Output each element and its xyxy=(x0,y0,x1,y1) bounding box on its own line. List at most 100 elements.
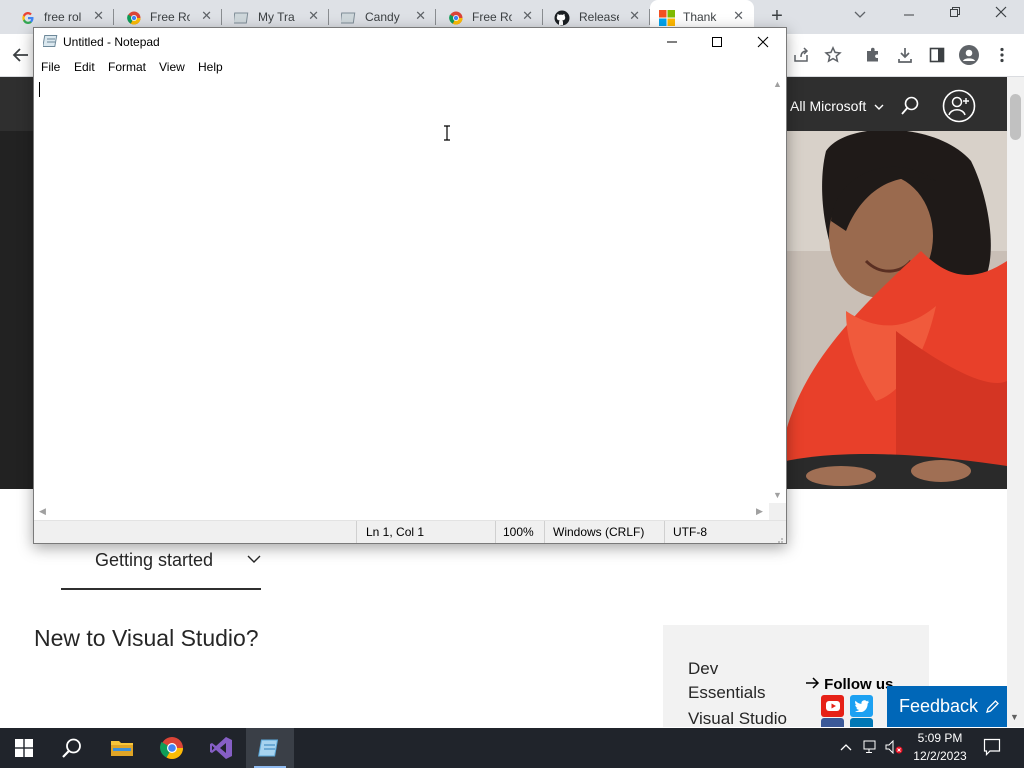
notepad-window-title: Untitled - Notepad xyxy=(63,35,160,49)
taskbar-clock-date[interactable]: 12/2/2023 xyxy=(912,749,968,763)
scroll-right-arrow-icon[interactable]: ▶ xyxy=(756,506,763,517)
tab-close-icon[interactable]: ✕ xyxy=(522,9,533,23)
tab-title: Free Ro xyxy=(150,10,190,24)
menu-file[interactable]: File xyxy=(41,60,60,74)
tab-title: My Tra xyxy=(258,10,295,24)
tab-close-icon[interactable]: ✕ xyxy=(93,9,104,23)
notepad-window: Untitled - Notepad File Edit Format View… xyxy=(33,27,787,544)
chevron-down-icon xyxy=(874,104,884,110)
notepad-menu-bar: File Edit Format View Help xyxy=(34,57,786,77)
section-heading-new-to-vs: New to Visual Studio? xyxy=(34,625,259,651)
sign-in-avatar-icon[interactable] xyxy=(942,89,976,128)
scroll-left-arrow-icon[interactable]: ◀ xyxy=(39,506,46,517)
text-cursor-ibeam-icon xyxy=(441,125,453,146)
tab-close-icon[interactable]: ✕ xyxy=(733,9,744,23)
share-icon[interactable] xyxy=(790,44,812,66)
menu-format[interactable]: Format xyxy=(108,60,146,74)
notepad-horizontal-scrollbar[interactable]: ◀ ▶ xyxy=(35,503,769,520)
visual-studio-installer-icon[interactable] xyxy=(197,728,245,768)
page-scrollbar-track[interactable] xyxy=(1007,77,1024,727)
show-hidden-icons-chevron-icon[interactable] xyxy=(840,740,852,754)
facebook-icon[interactable] xyxy=(821,718,844,727)
page-scroll-down-arrow-icon[interactable]: ▼ xyxy=(1010,712,1019,722)
menu-edit[interactable]: Edit xyxy=(74,60,95,74)
network-icon[interactable] xyxy=(863,740,879,757)
volume-muted-icon[interactable] xyxy=(885,739,905,757)
new-tab-button[interactable]: + xyxy=(766,6,788,28)
status-encoding: UTF-8 xyxy=(673,525,707,539)
getting-started-dropdown[interactable]: Getting started xyxy=(61,540,261,590)
tab-title: Release xyxy=(579,10,619,24)
status-divider xyxy=(664,521,665,543)
status-divider xyxy=(495,521,496,543)
pencil-icon xyxy=(986,699,999,713)
side-panel-icon[interactable] xyxy=(926,44,948,66)
tab-close-icon[interactable]: ✕ xyxy=(415,9,426,23)
file-explorer-folder-icon[interactable] xyxy=(98,728,146,768)
download-icon[interactable] xyxy=(894,44,916,66)
text-caret xyxy=(39,82,40,97)
notepad-text-area[interactable] xyxy=(35,77,769,503)
all-microsoft-label: All Microsoft xyxy=(790,98,867,114)
tab-close-icon[interactable]: ✕ xyxy=(629,9,640,23)
chrome-taskbar-icon[interactable] xyxy=(148,728,196,768)
notepad-vertical-scrollbar[interactable]: ▲ ▼ xyxy=(769,77,786,503)
page-scrollbar-thumb[interactable] xyxy=(1010,94,1021,140)
tab-title: Thank xyxy=(683,10,717,24)
google-icon xyxy=(20,10,36,26)
extensions-puzzle-icon[interactable] xyxy=(862,44,884,66)
status-line-ending: Windows (CRLF) xyxy=(553,525,645,539)
site-search-icon[interactable] xyxy=(900,95,920,122)
tab-close-icon[interactable]: ✕ xyxy=(201,9,212,23)
taskbar-search-icon[interactable] xyxy=(48,728,96,768)
tab-title: Candy xyxy=(365,10,400,24)
profile-avatar-icon[interactable] xyxy=(958,44,980,66)
notepad-taskbar-icon[interactable] xyxy=(246,728,294,768)
tab-search-chevron-icon[interactable] xyxy=(854,8,866,22)
status-zoom: 100% xyxy=(503,525,534,539)
status-cursor-position: Ln 1, Col 1 xyxy=(366,525,425,539)
chrome-icon xyxy=(448,10,464,26)
browser-close-icon[interactable] xyxy=(989,5,1013,21)
linkedin-icon[interactable] xyxy=(850,718,873,727)
all-microsoft-menu[interactable]: All Microsoft xyxy=(790,98,884,114)
status-divider xyxy=(356,521,357,543)
feedback-label: Feedback xyxy=(899,696,979,716)
page-icon xyxy=(234,10,250,26)
notepad-app-icon xyxy=(42,34,59,53)
scroll-up-arrow-icon[interactable]: ▲ xyxy=(773,79,782,89)
taskbar-clock-time[interactable]: 5:09 PM xyxy=(912,731,968,745)
chrome-icon xyxy=(126,10,142,26)
page-icon xyxy=(341,10,357,26)
notepad-status-bar: Ln 1, Col 1 100% Windows (CRLF) UTF-8 xyxy=(34,520,786,543)
link-dev[interactable]: Dev xyxy=(688,659,718,679)
notification-center-icon[interactable] xyxy=(983,738,1001,759)
bookmark-star-icon[interactable] xyxy=(822,44,844,66)
feedback-button[interactable]: Feedback xyxy=(887,686,1007,727)
resize-grip-icon[interactable] xyxy=(774,531,784,549)
maximize-icon[interactable] xyxy=(702,32,732,52)
arrow-right-icon xyxy=(806,677,820,689)
scroll-down-arrow-icon[interactable]: ▼ xyxy=(773,490,782,500)
follow-us-heading: Follow us xyxy=(806,676,893,693)
link-essentials[interactable]: Essentials xyxy=(688,683,765,703)
close-icon[interactable] xyxy=(748,32,778,52)
youtube-icon[interactable] xyxy=(821,695,844,717)
menu-view[interactable]: View xyxy=(159,60,185,74)
browser-restore-icon[interactable] xyxy=(943,5,967,21)
windows-start-icon[interactable] xyxy=(0,728,48,768)
status-divider xyxy=(544,521,545,543)
twitter-icon[interactable] xyxy=(850,695,873,717)
browser-minimize-icon[interactable] xyxy=(897,5,921,21)
follow-us-label: Follow us xyxy=(824,676,894,693)
browser-menu-kebab-icon[interactable] xyxy=(991,44,1013,66)
link-visual-studio[interactable]: Visual Studio xyxy=(688,709,787,729)
tab-title: Free Ro xyxy=(472,10,512,24)
menu-help[interactable]: Help xyxy=(198,60,223,74)
back-arrow-icon[interactable] xyxy=(10,44,32,66)
tab-close-icon[interactable]: ✕ xyxy=(308,9,319,23)
github-icon xyxy=(554,10,570,26)
minimize-icon[interactable] xyxy=(657,32,687,52)
scrollbar-corner xyxy=(769,503,786,520)
notepad-title-bar[interactable]: Untitled - Notepad xyxy=(34,28,786,57)
